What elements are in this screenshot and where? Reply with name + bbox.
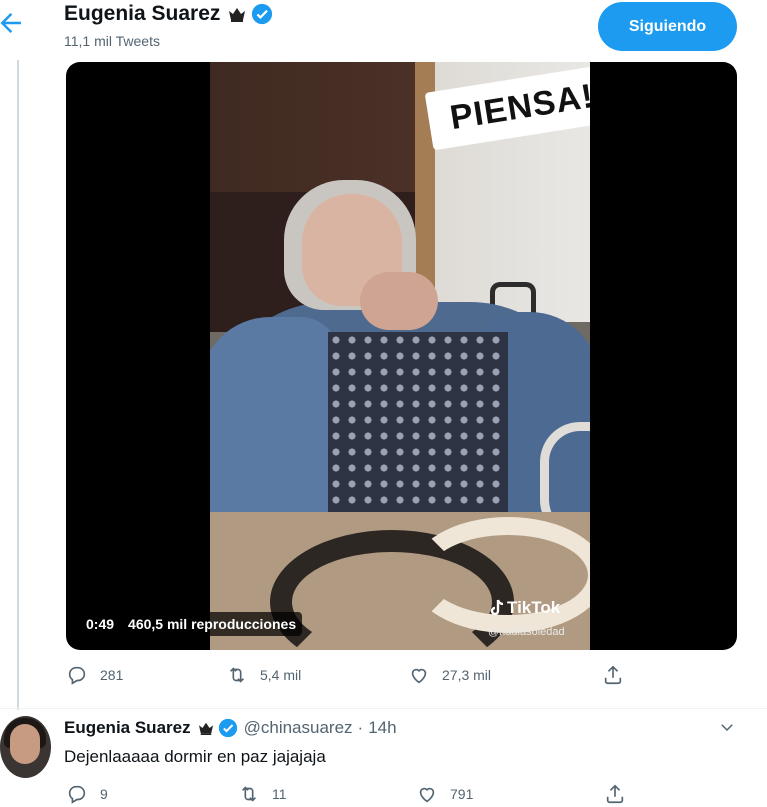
- reply-share-action[interactable]: [604, 783, 626, 805]
- divider: [0, 708, 767, 709]
- video-stats: 0:49 460,5 mil reproducciones: [80, 612, 303, 636]
- reply-count: 281: [100, 667, 124, 683]
- retweet-icon: [229, 667, 245, 683]
- profile-name: Eugenia Suarez: [64, 2, 221, 25]
- like-action[interactable]: 27,3 mil: [408, 664, 491, 686]
- reply-reply-action[interactable]: 9: [66, 783, 108, 805]
- reply-icon: [68, 785, 86, 804]
- reply-like-action[interactable]: 791: [416, 783, 473, 805]
- share-icon: [604, 665, 622, 685]
- tiktok-watermark: TikTok: [490, 598, 560, 618]
- reply-author-handle[interactable]: @chinasuarez: [244, 718, 353, 738]
- reply-retweet-count: 11: [272, 786, 287, 802]
- crown-icon: [198, 722, 213, 735]
- reply-action[interactable]: 281: [66, 664, 123, 686]
- back-arrow-icon[interactable]: [0, 8, 26, 38]
- tiktok-logo-icon: [490, 599, 504, 616]
- reply-actions: 9 11 791: [66, 783, 666, 807]
- reply-author-name[interactable]: Eugenia Suarez: [64, 718, 191, 738]
- reply-retweet-action[interactable]: 11: [238, 783, 287, 805]
- chevron-down-icon[interactable]: [718, 718, 736, 736]
- reply-icon: [68, 666, 86, 685]
- profile-header: Eugenia Suarez 11,1 mil Tweets Siguiendo: [0, 0, 767, 60]
- hand: [360, 272, 438, 330]
- retweet-count: 5,4 mil: [260, 667, 302, 683]
- tiktok-handle: @nadiasoledad: [488, 626, 565, 638]
- verified-badge-icon: [218, 718, 237, 738]
- following-button[interactable]: Siguiendo: [598, 2, 737, 51]
- tiktok-label: TikTok: [507, 598, 561, 617]
- separator-dot: ·: [357, 718, 364, 737]
- crown-icon: [229, 8, 246, 22]
- reply-text: Dejenlaaaaa dormir en paz jajajaja: [64, 747, 326, 766]
- cardigan-left: [210, 317, 340, 517]
- reply-reply-count: 9: [100, 786, 108, 802]
- avatar-face: [10, 724, 40, 764]
- video-player[interactable]: PIENSA! 0:49 460,5 mil reproducciones Ti…: [66, 62, 737, 650]
- share-icon: [606, 784, 624, 804]
- reply-timestamp[interactable]: 14h: [368, 718, 396, 738]
- heart-icon: [419, 787, 435, 803]
- video-views: 460,5 mil reproducciones: [128, 616, 297, 632]
- reply-header: Eugenia Suarez @chinasuarez · 14h: [64, 718, 397, 738]
- avatar[interactable]: [0, 716, 51, 778]
- retweet-icon: [241, 786, 257, 802]
- profile-title-row: Eugenia Suarez: [64, 0, 273, 28]
- tweet-actions: 281 5,4 mil 27,3 mil: [66, 664, 666, 692]
- retweet-action[interactable]: 5,4 mil: [226, 664, 301, 686]
- dotted-dress: [328, 332, 508, 522]
- tweet-count: 11,1 mil Tweets: [64, 33, 160, 49]
- heart-icon: [411, 668, 427, 684]
- share-action[interactable]: [602, 664, 624, 686]
- video-frame[interactable]: PIENSA!: [210, 62, 590, 650]
- like-count: 27,3 mil: [442, 667, 492, 683]
- thread-line: [17, 60, 19, 710]
- verified-badge-icon: [252, 3, 273, 25]
- reply-like-count: 791: [450, 786, 474, 802]
- video-duration: 0:49: [86, 616, 115, 632]
